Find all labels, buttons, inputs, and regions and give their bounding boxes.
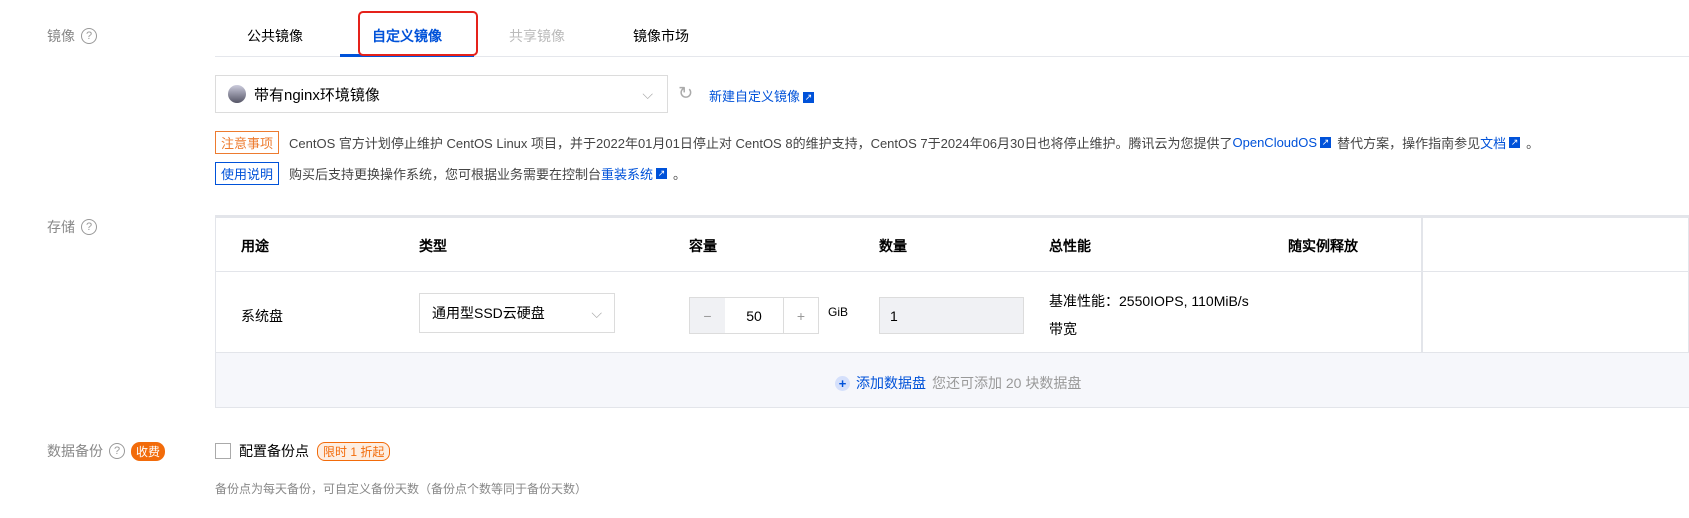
external-link-icon: ↗	[656, 168, 668, 179]
column-header-performance: 总性能	[1049, 238, 1091, 254]
fee-badge: 收费	[131, 441, 166, 461]
storage-label: 存储?	[47, 217, 97, 237]
capacity-input[interactable]: 50	[725, 298, 784, 333]
usage-row: 使用说明 购买后支持更换操作系统，您可根据业务需要在控制台 重装系统 ↗ 。	[215, 162, 686, 185]
help-icon[interactable]: ?	[81, 28, 97, 44]
backup-label-text: 数据备份	[47, 443, 103, 459]
chevron-down-icon: ⌵	[642, 85, 653, 102]
disk-use: 系统盘	[241, 308, 283, 324]
bandwidth-label: 带宽	[1049, 321, 1077, 337]
new-custom-image-text: 新建自定义镜像	[709, 89, 801, 104]
tab-image-market[interactable]: 镜像市场	[633, 26, 689, 46]
backup-checkbox[interactable]	[215, 443, 231, 459]
image-select-value: 带有nginx环境镜像	[254, 86, 380, 104]
highlight-box	[358, 11, 478, 56]
opencloudos-link[interactable]: OpenCloudOS	[1233, 135, 1318, 150]
external-link-icon: ↗	[1320, 137, 1332, 148]
notice-text: CentOS 官方计划停止维护 CentOS Linux 项目，并于2022年0…	[289, 136, 1233, 151]
capacity-unit: GiB	[828, 305, 849, 319]
external-link-icon: ↗	[803, 92, 815, 104]
usage-tag: 使用说明	[215, 162, 280, 185]
notice-tag: 注意事项	[215, 131, 280, 154]
header-divider	[215, 271, 1689, 272]
image-label: 镜像?	[47, 26, 97, 46]
column-header-capacity: 容量	[689, 238, 717, 254]
column-header-type: 类型	[419, 238, 447, 254]
usage-end: 。	[673, 167, 687, 182]
add-data-disk-hint: 您还可添加 20 块数据盘	[932, 375, 1082, 391]
column-header-use: 用途	[241, 238, 269, 254]
backup-hint: 备份点为每天备份，可自定义备份天数（备份点个数等同于备份天数）	[215, 482, 588, 496]
image-label-text: 镜像	[47, 28, 75, 44]
add-data-disk[interactable]: + 添加数据盘 您还可添加 20 块数据盘	[835, 373, 1081, 393]
image-select[interactable]: 带有nginx环境镜像 ⌵	[215, 75, 668, 113]
increase-button[interactable]: +	[784, 298, 818, 333]
notice-end: 。	[1526, 136, 1540, 151]
tab-shared-image[interactable]: 共享镜像	[509, 26, 565, 46]
backup-checkbox-label: 配置备份点	[239, 443, 309, 459]
help-icon[interactable]: ?	[109, 443, 125, 459]
storage-label-text: 存储	[47, 219, 75, 235]
reinstall-system-link[interactable]: 重装系统	[601, 164, 653, 183]
external-link-icon: ↗	[1509, 137, 1521, 148]
promo-badge: 限时 1 折起	[317, 441, 391, 461]
baseline-performance: 基准性能：2550IOPS, 110MiB/s	[1049, 293, 1249, 309]
notice-mid-text: 替代方案，操作指南参见	[1337, 136, 1481, 151]
notice-row: 注意事项 CentOS 官方计划停止维护 CentOS Linux 项目，并于2…	[215, 131, 1539, 154]
help-icon[interactable]: ?	[81, 219, 97, 235]
backup-label: 数据备份? 收费	[47, 441, 166, 461]
chevron-down-icon: ⌵	[591, 304, 602, 321]
decrease-button[interactable]: −	[690, 298, 725, 333]
column-divider	[1421, 216, 1423, 352]
column-header-quantity: 数量	[879, 238, 907, 254]
usage-text: 购买后支持更换操作系统，您可根据业务需要在控制台	[289, 167, 602, 182]
disk-type-select[interactable]: 通用型SSD云硬盘 ⌵	[419, 293, 615, 333]
docs-link[interactable]: 文档	[1480, 133, 1506, 152]
column-header-release: 随实例释放	[1288, 238, 1358, 254]
tab-public-image[interactable]: 公共镜像	[247, 26, 303, 46]
capacity-stepper[interactable]: − 50 +	[689, 297, 819, 334]
backup-checkbox-row[interactable]: 配置备份点 限时 1 折起	[215, 441, 391, 461]
image-layers-icon	[228, 85, 246, 103]
refresh-icon[interactable]: ↻	[678, 83, 693, 104]
disk-type-value: 通用型SSD云硬盘	[432, 305, 545, 321]
add-data-disk-link[interactable]: 添加数据盘	[856, 373, 926, 393]
new-custom-image-link[interactable]: 新建自定义镜像 ↗	[709, 86, 815, 105]
plus-circle-icon: +	[835, 375, 850, 391]
quantity-input[interactable]: 1	[879, 297, 1024, 334]
